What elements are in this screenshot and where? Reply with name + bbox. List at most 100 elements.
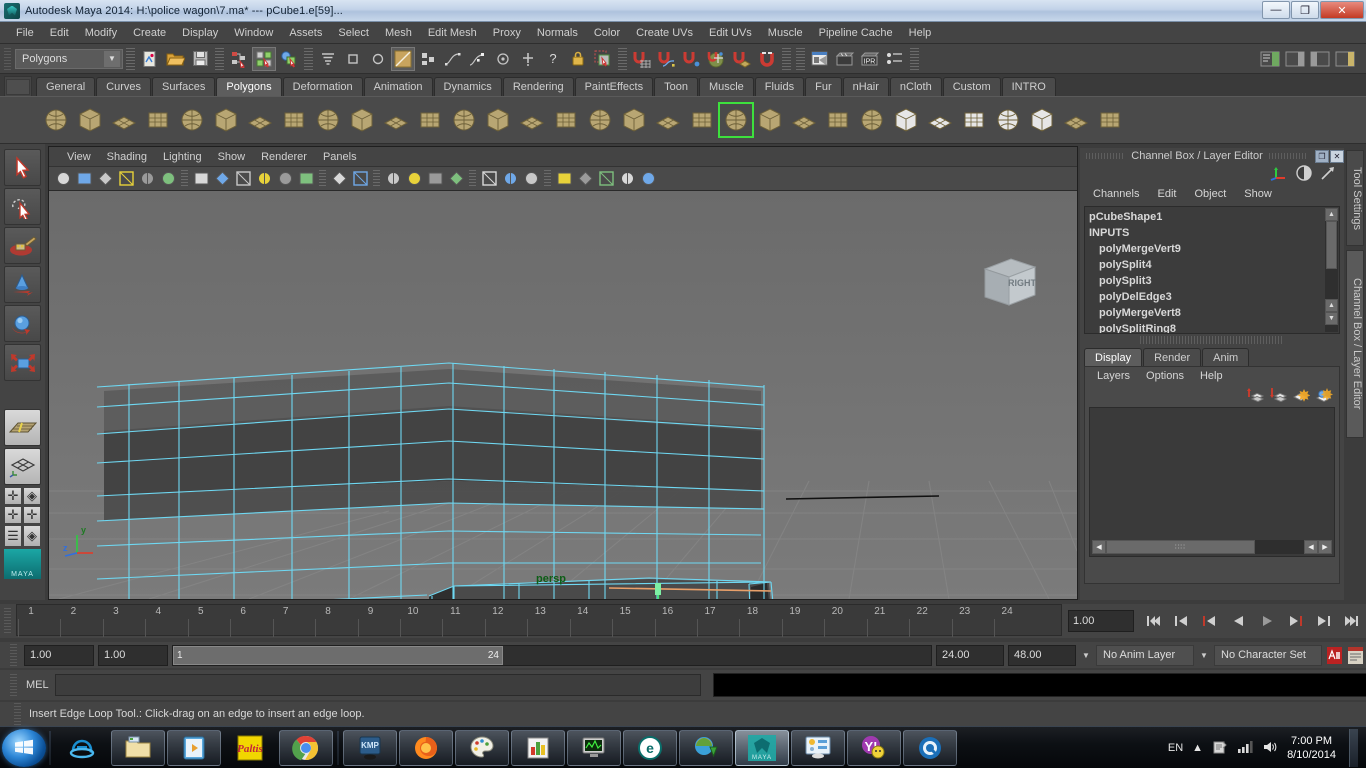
- display-layers-list[interactable]: ◀ ∷∷ ◀ ▶: [1089, 407, 1335, 557]
- shelf-tab-rendering[interactable]: Rendering: [502, 77, 574, 96]
- shelf-tab-polygons[interactable]: Polygons: [216, 77, 282, 96]
- magnet-icon[interactable]: [755, 47, 779, 71]
- poly-merge-icon[interactable]: [652, 104, 684, 136]
- viewport-menu-view[interactable]: View: [59, 149, 99, 165]
- all-lights-icon[interactable]: [404, 169, 424, 189]
- smooth-shade-all-icon[interactable]: [212, 169, 232, 189]
- quicktime-icon[interactable]: [903, 729, 957, 766]
- viewport-toolbar-separator-14[interactable]: [373, 169, 380, 188]
- uv-spherical-icon[interactable]: [958, 104, 990, 136]
- channelbox-menu-show[interactable]: Show: [1235, 186, 1281, 202]
- menu-color[interactable]: Color: [586, 25, 628, 41]
- shelf-tab-muscle[interactable]: Muscle: [698, 77, 754, 96]
- select-mask-handle-icon[interactable]: [341, 47, 365, 71]
- eset-icon[interactable]: e: [623, 729, 677, 766]
- exposure-icon[interactable]: [638, 169, 658, 189]
- command-output-field[interactable]: [712, 673, 1366, 697]
- clock[interactable]: 7:00 PM 8/10/2014: [1287, 734, 1336, 762]
- tab-tool-settings[interactable]: Tool Settings: [1346, 150, 1364, 246]
- film-gate-icon[interactable]: [596, 169, 616, 189]
- layer-tab-display[interactable]: Display: [1084, 348, 1143, 366]
- viewport-toolbar-separator-6[interactable]: [181, 169, 188, 188]
- uv-planar-icon[interactable]: [890, 104, 922, 136]
- command-line-grip[interactable]: [10, 674, 17, 696]
- poly-plane-icon[interactable]: [176, 104, 208, 136]
- statusline-separator-3[interactable]: [304, 47, 313, 70]
- open-scene-icon[interactable]: [163, 47, 187, 71]
- layer-tab-render[interactable]: Render: [1143, 348, 1202, 366]
- shelf-tab-general[interactable]: General: [36, 77, 96, 96]
- select-mask-locator-icon[interactable]: [491, 47, 515, 71]
- hscroll-left-button[interactable]: ◀: [1092, 540, 1106, 554]
- poly-bridge-icon[interactable]: [584, 104, 616, 136]
- select-by-object-icon[interactable]: [252, 46, 276, 71]
- channelbox-shape-name[interactable]: pCubeShape1: [1085, 209, 1339, 225]
- layer-highlight-icon[interactable]: [1315, 387, 1333, 406]
- poly-insert-edge-loop-icon[interactable]: [718, 102, 754, 138]
- lasso-select-tool-icon[interactable]: [4, 188, 41, 225]
- current-frame-field[interactable]: 1.00: [1068, 610, 1134, 632]
- channelbox-input-polysplit4[interactable]: polySplit4: [1085, 257, 1339, 273]
- new-scene-icon[interactable]: [138, 47, 162, 71]
- layer-menu-options[interactable]: Options: [1138, 369, 1192, 383]
- shelf-tab-custom[interactable]: Custom: [942, 77, 1001, 96]
- channelbox-input-polymergevert9[interactable]: polyMergeVert9: [1085, 241, 1339, 257]
- scroll-up-button[interactable]: ▲: [1325, 208, 1338, 221]
- snap-curve-icon[interactable]: [655, 47, 679, 71]
- hscroll-right-button[interactable]: ▶: [1318, 540, 1332, 554]
- select-mask-nurbs-icon[interactable]: [366, 47, 390, 71]
- paltalk-icon[interactable]: Paltis: [223, 730, 277, 766]
- grid-icon[interactable]: [575, 169, 595, 189]
- range-start-time-field[interactable]: 1.00: [98, 644, 168, 666]
- show-hide-tool-settings-icon[interactable]: [1308, 47, 1332, 71]
- show-hide-modeling-toolkit-icon[interactable]: [1258, 47, 1282, 71]
- poly-pipe-icon[interactable]: [278, 104, 310, 136]
- windows-media-player-icon[interactable]: [167, 729, 221, 766]
- save-scene-icon[interactable]: [188, 47, 212, 71]
- viewport-toolbar-separator-18[interactable]: [469, 169, 476, 188]
- menu-file[interactable]: File: [8, 25, 42, 41]
- new-layer-icon[interactable]: [1246, 387, 1265, 406]
- close-panel-button[interactable]: ✕: [1330, 149, 1344, 163]
- menu-edit-mesh[interactable]: Edit Mesh: [420, 25, 485, 41]
- anim-layer-dropdown[interactable]: No Anim Layer: [1096, 644, 1194, 666]
- poly-cube-icon[interactable]: [74, 104, 106, 136]
- persp-outliner-layout-icon[interactable]: ◈: [23, 487, 41, 505]
- render-current-frame-icon[interactable]: [833, 47, 857, 71]
- layer-menu-help[interactable]: Help: [1192, 369, 1231, 383]
- control-panel-icon[interactable]: [791, 729, 845, 766]
- statusline-separator-7[interactable]: [910, 47, 919, 70]
- poly-cone-icon[interactable]: [142, 104, 174, 136]
- poly-booleans-union-icon[interactable]: [380, 104, 412, 136]
- viewport-toolbar-separator-21[interactable]: [544, 169, 551, 188]
- two-d-pan-zoom-icon[interactable]: [137, 169, 157, 189]
- channel-box-scrollbar[interactable]: ▲ ▲ ▼: [1325, 208, 1338, 332]
- uv-automatic-icon[interactable]: [992, 104, 1024, 136]
- snap-view-plane-icon[interactable]: [730, 47, 754, 71]
- scale-tool-icon[interactable]: [4, 344, 41, 381]
- animation-preferences-icon[interactable]: [1347, 645, 1364, 665]
- channelbox-input-polysplit3[interactable]: polySplit3: [1085, 273, 1339, 289]
- range-slider-bar[interactable]: 1 24: [173, 645, 503, 665]
- shelf-tab-fluids[interactable]: Fluids: [754, 77, 805, 96]
- timeline-grip[interactable]: [4, 608, 11, 634]
- poly-bevel-icon[interactable]: [550, 104, 582, 136]
- layout-pair-buttons[interactable]: ☰ ◈: [4, 525, 41, 547]
- select-mask-point-icon[interactable]: [466, 47, 490, 71]
- poly-booleans-difference-icon[interactable]: [414, 104, 446, 136]
- command-line-input[interactable]: [54, 674, 701, 696]
- menu-mesh[interactable]: Mesh: [377, 25, 420, 41]
- channelbox-input-polysplitring8[interactable]: polySplitRing8: [1085, 321, 1339, 333]
- paint-icon[interactable]: [455, 729, 509, 766]
- show-hide-attribute-editor-icon[interactable]: [1283, 47, 1307, 71]
- playback-options-chevron-down-icon[interactable]: ▼: [1080, 645, 1092, 666]
- shelf-tab-fur[interactable]: Fur: [805, 77, 842, 96]
- volume-icon[interactable]: [1262, 740, 1278, 757]
- show-hidden-icons-chevron-up-icon[interactable]: ▲: [1192, 742, 1203, 754]
- play-forwards-icon[interactable]: [1256, 610, 1278, 632]
- statusline-separator-2[interactable]: [215, 47, 224, 70]
- step-back-key-icon[interactable]: [1171, 610, 1193, 632]
- poly-smooth-proxy-icon[interactable]: [448, 104, 480, 136]
- menu-edit[interactable]: Edit: [42, 25, 77, 41]
- render-view-icon[interactable]: [808, 47, 832, 71]
